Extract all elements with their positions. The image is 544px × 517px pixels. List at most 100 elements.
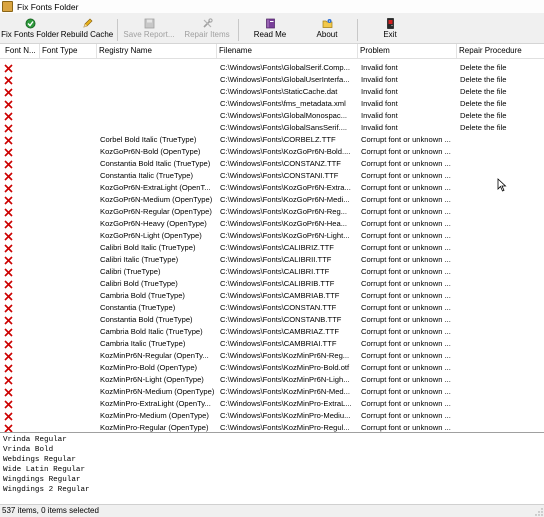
table-row[interactable]: C:\Windows\Fonts\GlobalMonospac... Invali… xyxy=(0,110,544,122)
repair-items-button[interactable]: Repair Items xyxy=(182,18,232,42)
table-row[interactable]: KozMinPr6N-Light (OpenType) C:\Windows\Fo… xyxy=(0,374,544,386)
about-button[interactable]: About xyxy=(306,18,348,42)
table-row[interactable]: Constantia Bold (TrueType) C:\Windows\Fon… xyxy=(0,314,544,326)
table-row[interactable]: C:\Windows\Fonts\GlobalSerif.Comp... Inva… xyxy=(0,62,544,74)
column-header-repair-procedure[interactable]: Repair Procedure xyxy=(457,44,544,58)
table-row[interactable]: C:\Windows\Fonts\fms_metadata.xml Invalid… xyxy=(0,98,544,110)
registry-name-cell xyxy=(100,86,216,98)
red-x-icon xyxy=(4,364,13,373)
rebuild-cache-button[interactable]: Rebuild Cache xyxy=(61,18,113,42)
table-row[interactable]: Calibri Italic (TrueType) C:\Windows\Font… xyxy=(0,254,544,266)
registry-name-cell: Constantia Italic (TrueType) xyxy=(100,171,193,180)
column-header-font-name[interactable]: Font N... xyxy=(0,44,40,58)
table-row[interactable]: KozGoPr6N-ExtraLight (OpenT... C:\Windows… xyxy=(0,182,544,194)
filename-cell: C:\Windows\Fonts\CONSTANI.TTF xyxy=(220,171,339,180)
registry-name-cell: KozGoPr6N-Bold (OpenType) xyxy=(100,147,201,156)
table-row[interactable]: KozGoPr6N-Heavy (OpenType) C:\Windows\Fon… xyxy=(0,218,544,230)
column-header-font-type[interactable]: Font Type xyxy=(40,44,97,58)
save-report-button[interactable]: Save Report... xyxy=(122,18,176,42)
repair-procedure-cell xyxy=(460,230,542,242)
registry-name-cell xyxy=(100,74,216,86)
filename-cell: C:\Windows\Fonts\GlobalSansSerif.... xyxy=(220,123,348,132)
resize-grip-icon[interactable] xyxy=(535,508,543,516)
column-header-filename[interactable]: Filename xyxy=(217,44,358,58)
table-row[interactable]: Constantia Italic (TrueType) C:\Windows\F… xyxy=(0,170,544,182)
fonts-list[interactable]: Font N... Font Type Registry Name Filena… xyxy=(0,43,544,433)
problem-cell: Corrupt font or unknown ... xyxy=(361,207,451,216)
table-row[interactable]: Cambria Bold (TrueType) C:\Windows\Fonts\… xyxy=(0,290,544,302)
filename-cell: C:\Windows\Fonts\CORBELZ.TTF xyxy=(220,135,336,144)
log-output[interactable]: Vrinda Regular Vrinda Bold Webdings Regula… xyxy=(0,432,544,504)
log-line: Wide Latin Regular xyxy=(3,466,86,474)
red-x-icon xyxy=(4,304,13,313)
table-row[interactable]: Calibri Bold (TrueType) C:\Windows\Fonts\… xyxy=(0,278,544,290)
table-row[interactable]: KozGoPr6N-Medium (OpenType) C:\Windows\Fo… xyxy=(0,194,544,206)
toolbar-separator xyxy=(238,19,239,41)
red-x-icon xyxy=(4,256,13,265)
status-bar: 537 items, 0 items selected xyxy=(0,504,544,517)
registry-name-cell: Corbel Bold Italic (TrueType) xyxy=(100,135,197,144)
table-row[interactable]: Cambria Italic (TrueType) C:\Windows\Font… xyxy=(0,338,544,350)
table-row[interactable]: KozMinPr6N-Regular (OpenTy... C:\Windows\… xyxy=(0,350,544,362)
exit-door-icon xyxy=(385,18,396,29)
table-row[interactable]: Corbel Bold Italic (TrueType) C:\Windows\… xyxy=(0,134,544,146)
repair-procedure-cell xyxy=(460,194,542,206)
registry-name-cell: Constantia Bold (TrueType) xyxy=(100,315,193,324)
filename-cell: C:\Windows\Fonts\KozMinPro-Mediu... xyxy=(220,411,351,420)
filename-cell: C:\Windows\Fonts\CALIBRII.TTF xyxy=(220,255,332,264)
problem-cell: Corrupt font or unknown ... xyxy=(361,195,451,204)
table-row[interactable]: C:\Windows\Fonts\StaticCache.dat Invalid … xyxy=(0,86,544,98)
table-row[interactable]: Constantia Bold Italic (TrueType) C:\Wind… xyxy=(0,158,544,170)
registry-name-cell xyxy=(100,98,216,110)
problem-cell: Corrupt font or unknown ... xyxy=(361,291,451,300)
filename-cell: C:\Windows\Fonts\KozGoPr6N-Bold.... xyxy=(220,147,351,156)
problem-cell: Invalid font xyxy=(361,99,398,108)
red-x-icon xyxy=(4,268,13,277)
registry-name-cell: KozGoPr6N-Light (OpenType) xyxy=(100,231,202,240)
table-row[interactable]: KozGoPr6N-Bold (OpenType) C:\Windows\Font… xyxy=(0,146,544,158)
problem-cell: Corrupt font or unknown ... xyxy=(361,243,451,252)
table-row[interactable]: KozMinPro-Medium (OpenType) C:\Windows\Fo… xyxy=(0,410,544,422)
log-line: Vrinda Bold xyxy=(3,446,54,454)
column-header-problem[interactable]: Problem xyxy=(358,44,457,58)
table-row[interactable]: Calibri (TrueType) C:\Windows\Fonts\CALIB… xyxy=(0,266,544,278)
repair-procedure-cell xyxy=(460,350,542,362)
problem-cell: Corrupt font or unknown ... xyxy=(361,267,451,276)
exit-label: Exit xyxy=(383,30,397,39)
filename-cell: C:\Windows\Fonts\KozGoPr6N-Reg... xyxy=(220,207,348,216)
filename-cell: C:\Windows\Fonts\CALIBRIZ.TTF xyxy=(220,243,334,252)
problem-cell: Corrupt font or unknown ... xyxy=(361,135,451,144)
repair-procedure-cell: Delete the file xyxy=(460,99,507,108)
table-row[interactable]: C:\Windows\Fonts\GlobalUserInterfa... Inv… xyxy=(0,74,544,86)
repair-procedure-cell: Delete the file xyxy=(460,111,507,120)
filename-cell: C:\Windows\Fonts\fms_metadata.xml xyxy=(220,99,346,108)
exit-button[interactable]: Exit xyxy=(372,18,408,42)
registry-name-cell: KozMinPro-Bold (OpenType) xyxy=(100,363,198,372)
table-row[interactable]: KozMinPr6N-Medium (OpenType) C:\Windows\F… xyxy=(0,386,544,398)
problem-cell: Corrupt font or unknown ... xyxy=(361,303,451,312)
table-row[interactable]: Cambria Bold Italic (TrueType) C:\Windows… xyxy=(0,326,544,338)
book-icon xyxy=(265,18,276,29)
table-row[interactable]: KozGoPr6N-Light (OpenType) C:\Windows\Fon… xyxy=(0,230,544,242)
filename-cell: C:\Windows\Fonts\CAMBRIAZ.TTF xyxy=(220,327,339,336)
table-row[interactable]: Calibri Bold Italic (TrueType) C:\Windows… xyxy=(0,242,544,254)
problem-cell: Corrupt font or unknown ... xyxy=(361,399,451,408)
read-me-button[interactable]: Read Me xyxy=(248,18,292,42)
problem-cell: Corrupt font or unknown ... xyxy=(361,363,451,372)
red-x-icon xyxy=(4,136,13,145)
repair-procedure-cell xyxy=(460,374,542,386)
column-header-registry-name[interactable]: Registry Name xyxy=(97,44,217,58)
problem-cell: Corrupt font or unknown ... xyxy=(361,183,451,192)
table-row[interactable]: KozMinPro-Bold (OpenType) C:\Windows\Font… xyxy=(0,362,544,374)
fix-fonts-folder-button[interactable]: Fix Fonts Folder xyxy=(1,18,59,42)
registry-name-cell xyxy=(100,62,216,74)
red-x-icon xyxy=(4,292,13,301)
problem-cell: Corrupt font or unknown ... xyxy=(361,279,451,288)
red-x-icon xyxy=(4,100,13,109)
table-row[interactable]: KozMinPro-ExtraLight (OpenTy... C:\Window… xyxy=(0,398,544,410)
red-x-icon xyxy=(4,280,13,289)
table-row[interactable]: Constantia (TrueType) C:\Windows\Fonts\CO… xyxy=(0,302,544,314)
table-row[interactable]: C:\Windows\Fonts\GlobalSansSerif.... Inva… xyxy=(0,122,544,134)
mouse-cursor-icon xyxy=(497,178,507,192)
table-row[interactable]: KozGoPr6N-Regular (OpenType) C:\Windows\F… xyxy=(0,206,544,218)
